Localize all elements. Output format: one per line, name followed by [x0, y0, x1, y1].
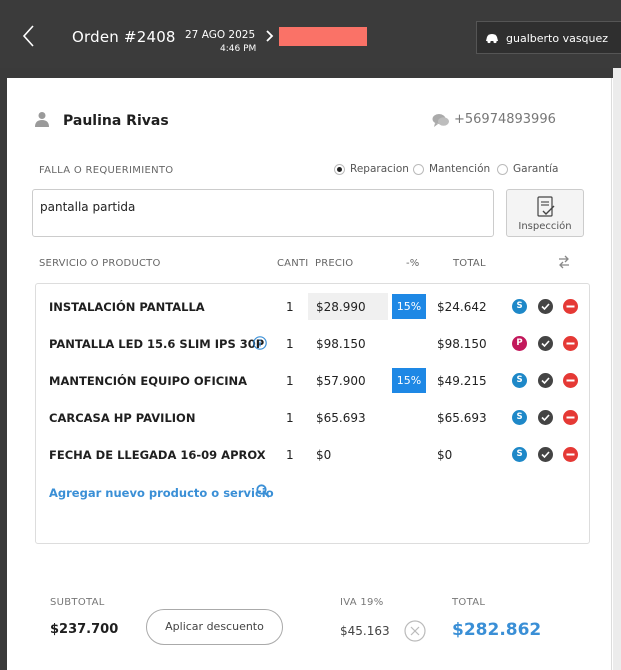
request-input[interactable]: pantalla partida: [32, 189, 494, 237]
total-label: TOTAL: [452, 597, 486, 608]
remove-icon[interactable]: [563, 410, 578, 425]
radio-label: Reparacion: [350, 163, 409, 175]
subtotal-value: $237.700: [50, 622, 119, 637]
item-type-badge[interactable]: S: [512, 299, 527, 314]
item-type-badge[interactable]: S: [512, 410, 527, 425]
chevron-right-icon: [266, 30, 274, 42]
inspection-button[interactable]: Inspección: [506, 189, 584, 237]
person-icon: [35, 112, 49, 127]
item-type-badge[interactable]: S: [512, 447, 527, 462]
item-qty[interactable]: 1: [286, 411, 294, 425]
iva-value: $45.163: [340, 624, 390, 638]
chevron-left-icon[interactable]: [18, 22, 42, 50]
check-icon[interactable]: [538, 373, 553, 388]
items-table: INSTALACIÓN PANTALLA 1 $28.990 15% $24.6…: [35, 283, 590, 544]
item-total: $98.150: [437, 337, 487, 351]
iva-label: IVA 19%: [340, 597, 384, 608]
column-header-qty: CANTI: [277, 258, 309, 269]
table-row: MANTENCIÓN EQUIPO OFICINA 1 $57.900 15% …: [36, 363, 589, 400]
item-qty[interactable]: 1: [286, 374, 294, 388]
remove-icon[interactable]: [563, 336, 578, 351]
swap-icon[interactable]: [558, 255, 570, 269]
car-icon: [486, 34, 498, 44]
radio-reparacion[interactable]: Reparacion: [334, 163, 409, 175]
item-discount[interactable]: 15%: [392, 368, 426, 393]
total-value: $282.862: [452, 620, 542, 640]
item-total: $24.642: [437, 300, 487, 314]
radio-button[interactable]: [497, 163, 508, 175]
item-discount[interactable]: 15%: [392, 294, 426, 319]
item-type-badge[interactable]: S: [512, 373, 527, 388]
client-phone[interactable]: +56974893996: [454, 112, 556, 127]
order-time: 4:46 PM: [220, 44, 257, 54]
client-name[interactable]: Paulina Rivas: [63, 113, 169, 129]
column-header-discount: -%: [406, 258, 420, 269]
radio-garantia[interactable]: Garantía: [497, 163, 558, 175]
item-price[interactable]: $57.900: [308, 367, 388, 394]
close-icon[interactable]: [404, 620, 426, 642]
check-icon[interactable]: [538, 336, 553, 351]
radio-mantencion[interactable]: Mantención: [413, 163, 490, 175]
subtotal-label: SUBTOTAL: [50, 597, 105, 608]
item-total: $65.693: [437, 411, 487, 425]
right-panel-edge: [613, 68, 621, 670]
item-name[interactable]: PANTALLA LED 15.6 SLIM IPS 30P: [49, 337, 264, 351]
user-name: gualberto vasquez: [506, 32, 609, 45]
request-label: FALLA O REQUERIMIENTO: [39, 165, 174, 176]
column-header-total: TOTAL: [453, 258, 486, 269]
item-price[interactable]: $0: [308, 441, 388, 468]
order-date: 27 AGO 2025: [185, 29, 256, 41]
table-row: INSTALACIÓN PANTALLA 1 $28.990 15% $24.6…: [36, 289, 589, 326]
item-price[interactable]: $28.990: [308, 293, 388, 320]
radio-button[interactable]: [413, 163, 424, 175]
item-name[interactable]: FECHA DE LLEGADA 16-09 APROX: [49, 448, 266, 462]
item-qty[interactable]: 1: [286, 300, 294, 314]
add-item-link[interactable]: Agregar nuevo producto o servicio: [49, 486, 274, 500]
order-title: Orden #2408: [72, 28, 176, 46]
remove-icon[interactable]: [563, 373, 578, 388]
status-badge[interactable]: [279, 27, 367, 46]
apply-discount-button[interactable]: Aplicar descuento: [146, 609, 283, 645]
remove-icon[interactable]: [563, 447, 578, 462]
inspection-label: Inspección: [518, 221, 572, 232]
check-icon[interactable]: [538, 410, 553, 425]
item-type-badge[interactable]: P: [512, 336, 527, 351]
item-price[interactable]: $65.693: [308, 404, 388, 431]
radio-label: Garantía: [513, 163, 559, 175]
divider: [611, 78, 612, 670]
clipboard-check-icon: [537, 196, 555, 217]
item-qty[interactable]: 1: [286, 337, 294, 351]
item-name[interactable]: CARCASA HP PAVILION: [49, 411, 195, 425]
top-bar: Orden #2408 27 AGO 2025 4:46 PM gualbert…: [0, 0, 621, 68]
column-header-price: PRECIO: [315, 258, 354, 269]
item-price[interactable]: $98.150: [308, 330, 388, 357]
table-row: CARCASA HP PAVILION 1 $65.693 $65.693 S: [36, 400, 589, 437]
search-icon[interactable]: [256, 484, 270, 498]
item-total: $49.215: [437, 374, 487, 388]
radio-label: Mantención: [429, 163, 491, 175]
remove-icon[interactable]: [563, 299, 578, 314]
chat-icon: [432, 114, 449, 127]
table-row: PANTALLA LED 15.6 SLIM IPS 30P 1 $98.150…: [36, 326, 589, 363]
column-header-product: SERVICIO O PRODUCTO: [39, 258, 161, 269]
info-icon[interactable]: [253, 336, 267, 350]
check-icon[interactable]: [538, 447, 553, 462]
user-menu[interactable]: gualberto vasquez: [476, 21, 621, 54]
radio-button[interactable]: [334, 163, 345, 175]
item-qty[interactable]: 1: [286, 448, 294, 462]
check-icon[interactable]: [538, 299, 553, 314]
item-total: $0: [437, 448, 453, 462]
item-name[interactable]: INSTALACIÓN PANTALLA: [49, 300, 205, 314]
table-row: FECHA DE LLEGADA 16-09 APROX 1 $0 $0 S: [36, 437, 589, 474]
item-name[interactable]: MANTENCIÓN EQUIPO OFICINA: [49, 374, 247, 388]
